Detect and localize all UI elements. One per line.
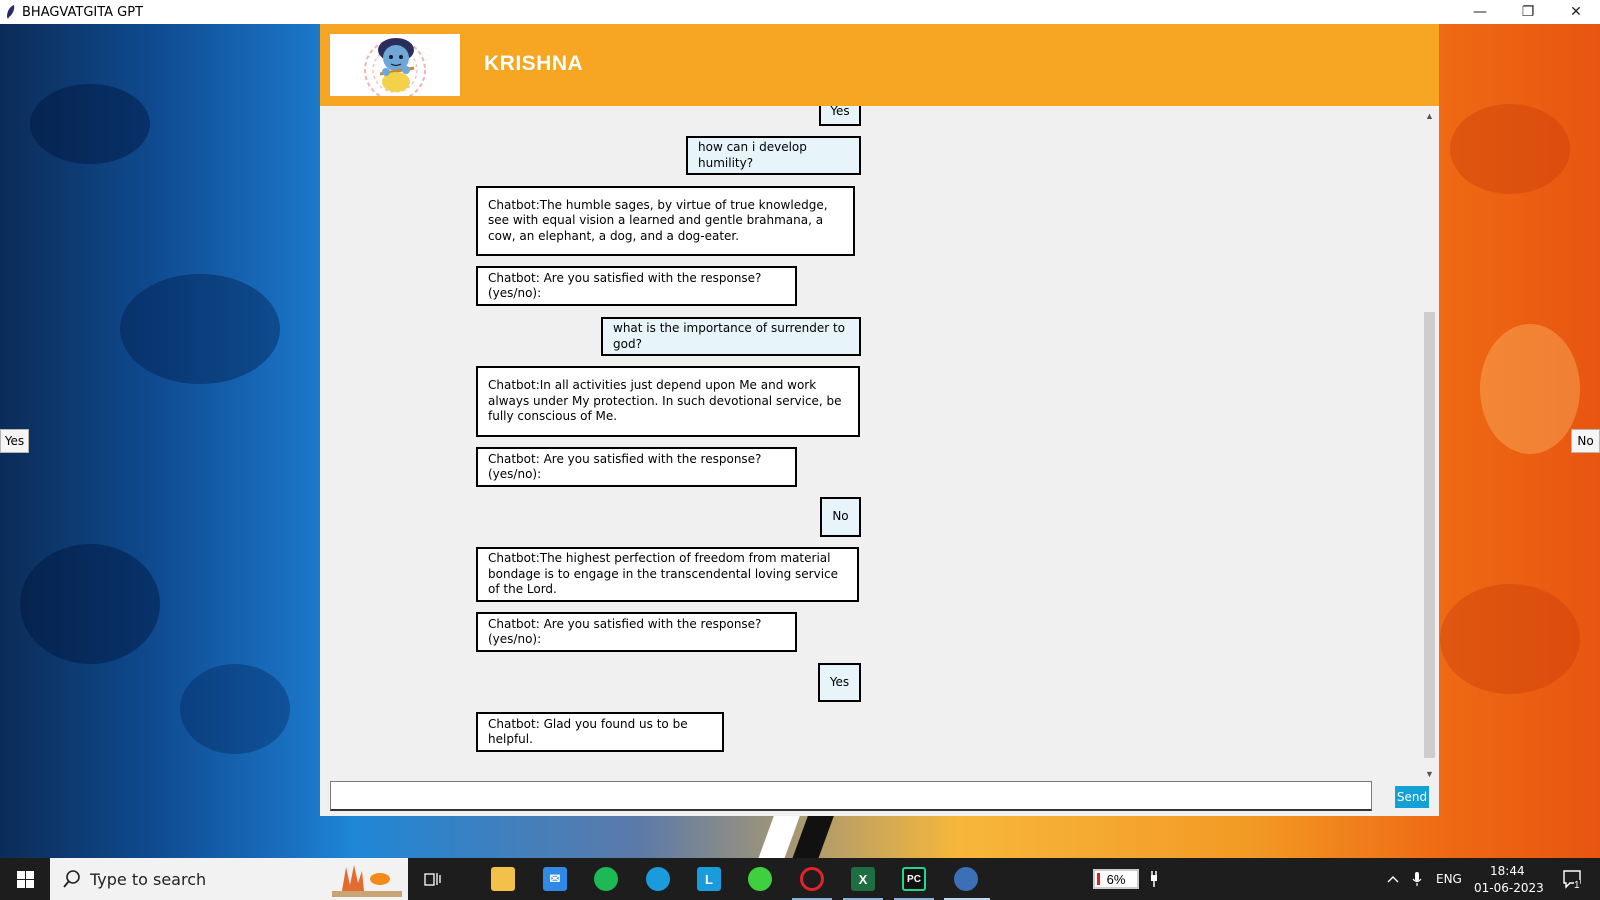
- bot-message: Chatbot:The humble sages, by virtue of t…: [476, 186, 855, 256]
- no-side-button[interactable]: No: [1571, 429, 1600, 453]
- send-button[interactable]: Send: [1395, 786, 1429, 808]
- scroll-up-arrow-icon[interactable]: ▲: [1422, 108, 1437, 123]
- taskbar: Type to search ✉ L X PC 6% ENG 18:44 01-…: [0, 858, 1600, 900]
- clock-time[interactable]: 18:44: [1490, 864, 1525, 878]
- file-explorer-icon[interactable]: [491, 867, 515, 891]
- windows-start-icon[interactable]: [0, 858, 50, 900]
- chevron-up-icon[interactable]: [1384, 858, 1402, 900]
- yes-side-button[interactable]: Yes: [0, 429, 29, 453]
- chat-header: KRISHNA: [320, 24, 1439, 106]
- battery-indicator[interactable]: 6%: [1089, 858, 1143, 900]
- user-message: Yes: [818, 663, 861, 702]
- bot-message: Chatbot: Glad you found us to be helpful…: [476, 712, 724, 752]
- task-view-icon[interactable]: [418, 858, 448, 900]
- search-placeholder: Type to search: [90, 869, 207, 889]
- user-message: how can i develop humility?: [686, 136, 861, 175]
- python-icon[interactable]: [954, 867, 978, 891]
- bot-message: Chatbot: Are you satisfied with the resp…: [476, 447, 797, 487]
- notification-center-icon[interactable]: 1: [1558, 858, 1588, 900]
- green-app-icon[interactable]: [748, 867, 772, 891]
- bot-message: Chatbot: Are you satisfied with the resp…: [476, 266, 797, 306]
- l-app-icon[interactable]: L: [697, 867, 721, 891]
- taskbar-search-box[interactable]: Type to search: [50, 858, 408, 900]
- scroll-down-arrow-icon[interactable]: ▼: [1422, 766, 1437, 781]
- krishna-avatar: [330, 34, 460, 96]
- chat-title: KRISHNA: [484, 52, 584, 75]
- minimize-button[interactable]: —: [1456, 0, 1504, 24]
- language-indicator[interactable]: ENG: [1436, 872, 1462, 886]
- mail-icon[interactable]: ✉: [543, 867, 567, 891]
- feather-icon: [7, 5, 15, 19]
- notification-count: 1: [1574, 880, 1580, 891]
- user-message: what is the importance of surrender to g…: [601, 317, 861, 356]
- chat-app: KRISHNA Yes how can i develop humility? …: [320, 24, 1439, 816]
- close-button[interactable]: ✕: [1552, 0, 1600, 24]
- search-icon: [63, 870, 80, 888]
- clock-date[interactable]: 01-06-2023: [1474, 881, 1544, 895]
- edge-icon[interactable]: [646, 867, 670, 891]
- pycharm-icon[interactable]: PC: [902, 867, 926, 891]
- opera-icon[interactable]: [800, 867, 824, 891]
- excel-icon[interactable]: X: [851, 867, 875, 891]
- power-plug-icon: [1147, 858, 1161, 900]
- user-message: Yes: [819, 106, 861, 126]
- window-titlebar: BHAGVATGITA GPT — ❐ ✕: [0, 0, 1600, 24]
- restore-button[interactable]: ❐: [1504, 0, 1552, 24]
- spotify-icon[interactable]: [594, 867, 618, 891]
- bot-message: Chatbot:In all activities just depend up…: [476, 366, 860, 437]
- message-input[interactable]: [330, 781, 1372, 811]
- window-title: BHAGVATGITA GPT: [22, 4, 144, 20]
- microphone-icon[interactable]: [1410, 858, 1424, 900]
- battery-percent: 6%: [1106, 871, 1126, 887]
- chat-area: Yes how can i develop humility? Chatbot:…: [320, 106, 1420, 784]
- bot-message: Chatbot: Are you satisfied with the resp…: [476, 612, 797, 652]
- bot-message: Chatbot:The highest perfection of freedo…: [476, 547, 859, 602]
- scrollbar-thumb[interactable]: [1424, 312, 1435, 758]
- search-highlight-icon: [332, 865, 402, 897]
- user-message: No: [820, 497, 861, 537]
